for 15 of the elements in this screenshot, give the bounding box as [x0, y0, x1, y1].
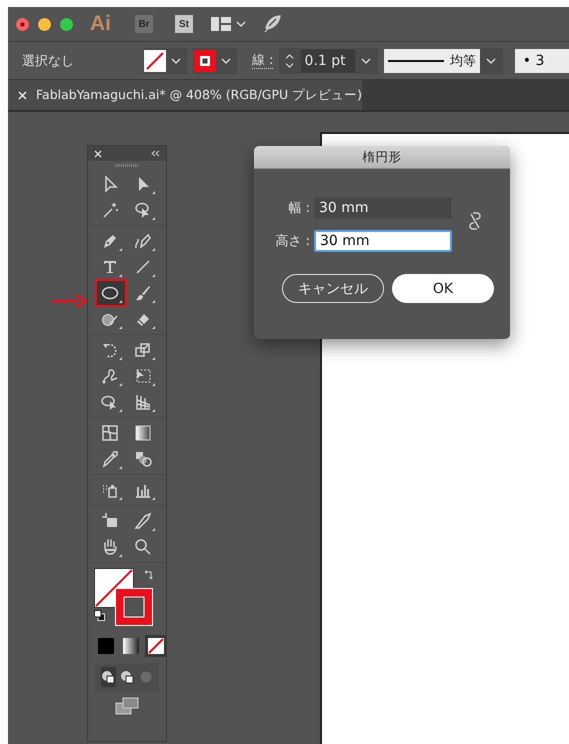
document-tab[interactable]: FablabYamaguchi.ai* @ 408% (RGB/GPU プレビュー): [8, 80, 362, 110]
stock-button[interactable]: St: [175, 15, 193, 33]
dialog-title: 楕円形: [254, 146, 510, 169]
dimension-field[interactable]: 30 mm: [314, 197, 452, 219]
field-label: 高さ :: [274, 233, 310, 250]
app-logo: Ai: [90, 12, 111, 36]
brush-dropdown[interactable]: • 3: [514, 48, 569, 72]
stroke-weight-field[interactable]: 0.1 pt: [300, 48, 355, 72]
stroke-label[interactable]: 線 :: [252, 52, 274, 68]
field-label: 幅 :: [287, 200, 310, 217]
ok-button[interactable]: OK: [392, 274, 494, 303]
dimension-field[interactable]: 30 mm: [314, 230, 452, 252]
cancel-button[interactable]: キャンセル: [282, 274, 384, 303]
stroke-profile-dropdown[interactable]: 均等: [384, 48, 480, 72]
selection-status: 選択なし: [22, 52, 75, 70]
